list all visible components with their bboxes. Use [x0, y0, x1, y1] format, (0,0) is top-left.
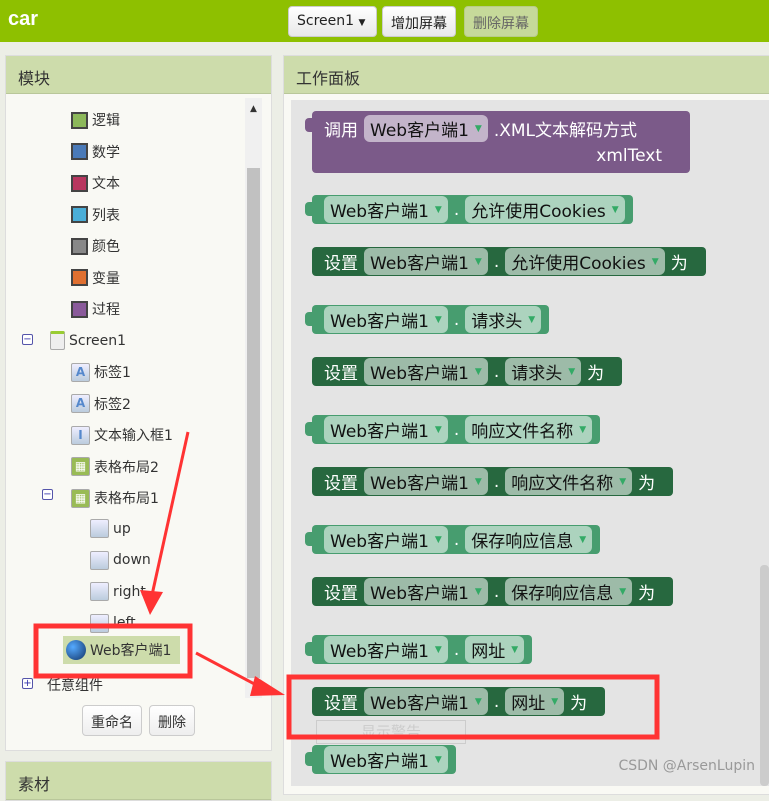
arrow-line	[195, 651, 263, 690]
arrow-head	[250, 676, 285, 696]
arrow-line	[150, 431, 190, 596]
highlight-box-block	[286, 674, 660, 740]
annotation-overlay	[33, 431, 660, 740]
highlight-box-component	[33, 623, 193, 679]
arrow-head	[140, 590, 163, 615]
